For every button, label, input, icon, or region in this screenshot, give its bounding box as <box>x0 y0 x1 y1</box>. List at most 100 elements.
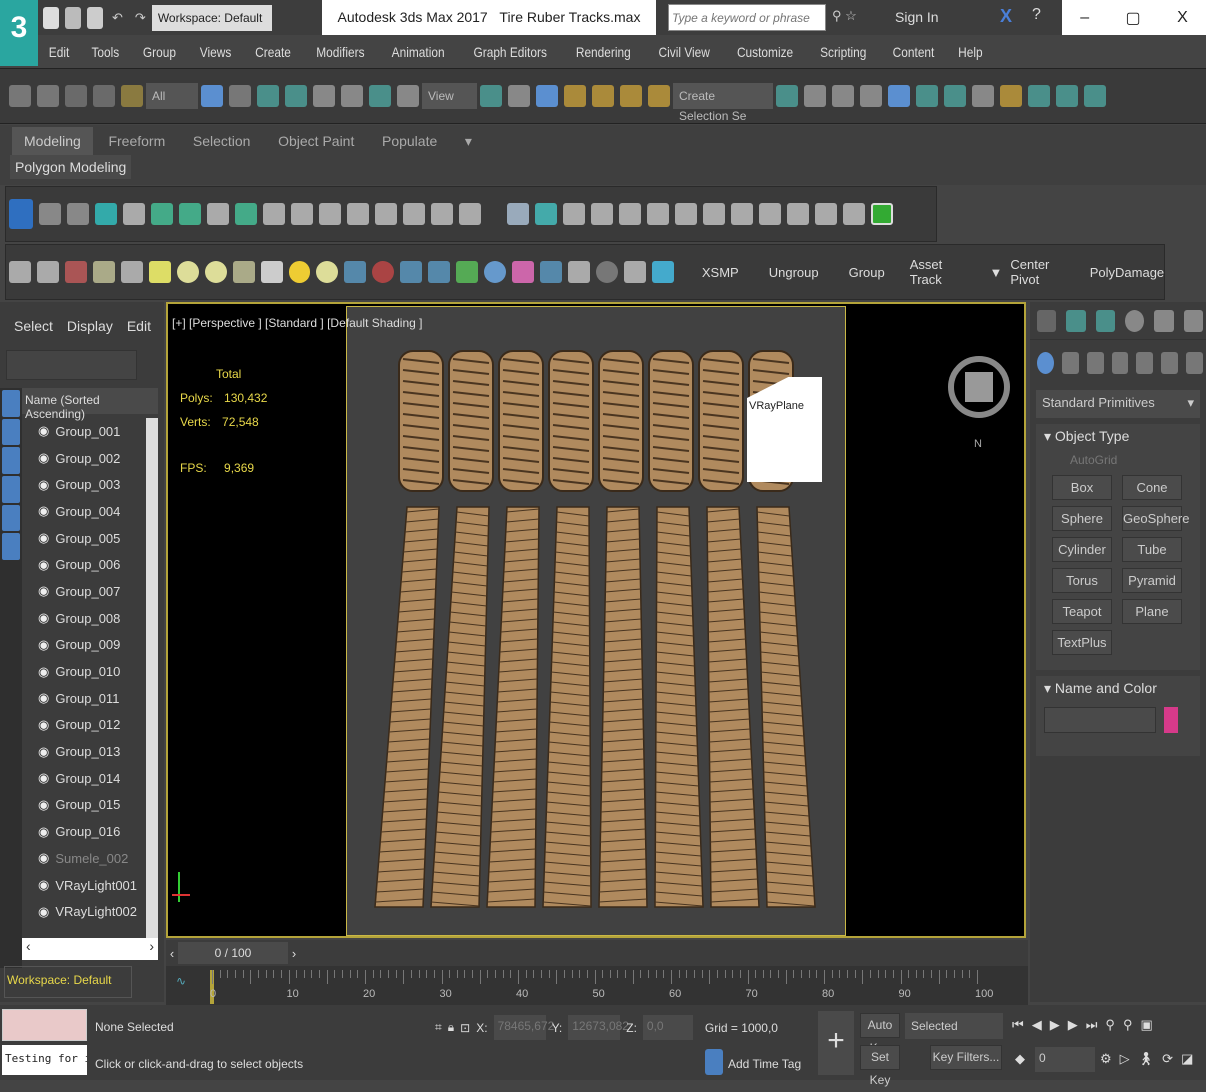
plane-light-icon[interactable] <box>148 261 171 283</box>
rotate-gizmo-icon[interactable] <box>759 203 781 225</box>
center-pivot-button[interactable]: Center Pivot <box>1010 257 1081 287</box>
display-tab-icon[interactable] <box>1154 309 1174 332</box>
menu-select[interactable]: Select <box>14 318 53 334</box>
scene-list-item[interactable]: ◉ Group_007 <box>0 578 146 605</box>
visibility-icon[interactable]: ◉ <box>38 744 49 760</box>
menu-content[interactable]: Content <box>893 44 935 60</box>
spinner-snap-icon[interactable] <box>648 85 670 107</box>
play-icon[interactable]: ▶ <box>1050 1017 1060 1033</box>
light-list-icon[interactable] <box>92 261 115 283</box>
menu-customize[interactable]: Customize <box>737 44 793 60</box>
ribbon-options-icon[interactable]: ▾ <box>453 127 484 156</box>
set-key-button[interactable]: Set Key <box>860 1045 900 1087</box>
molecule-icon[interactable] <box>372 261 395 283</box>
set-keys-button[interactable]: + <box>818 1011 854 1075</box>
fur-icon[interactable] <box>431 203 453 225</box>
cone-button[interactable]: Cone <box>1122 475 1182 500</box>
undo-icon[interactable] <box>9 85 31 107</box>
next-frame-button[interactable]: › <box>288 946 300 961</box>
key-filters-button[interactable]: Key Filters... <box>930 1045 1002 1070</box>
grid-icon[interactable] <box>347 203 369 225</box>
search-help-icon[interactable]: ⚲ ☆ <box>832 8 857 24</box>
shapes-icon[interactable] <box>1061 352 1079 374</box>
menu-edit[interactable]: Edit <box>127 318 151 334</box>
new-file-icon[interactable] <box>43 7 59 29</box>
selection-lock-icon[interactable]: 🔒︎ <box>448 1020 454 1035</box>
window-crossing-icon[interactable] <box>285 85 307 107</box>
box-button[interactable]: Box <box>1052 475 1112 500</box>
zoom-icon[interactable]: ⚲ <box>1105 1017 1115 1033</box>
current-frame-field[interactable]: 0 <box>1035 1047 1095 1072</box>
visibility-icon[interactable]: ◉ <box>38 877 49 893</box>
mirror-tool-icon[interactable] <box>815 203 837 225</box>
shape-icon[interactable] <box>36 261 59 283</box>
select-manipulate-icon[interactable] <box>508 85 530 107</box>
color-dots-icon[interactable] <box>512 261 535 283</box>
scene-list-item[interactable]: ◉ VRayLight002 <box>0 898 146 925</box>
tube-button[interactable]: Tube <box>1122 537 1182 562</box>
visibility-icon[interactable]: ◉ <box>38 824 49 840</box>
teapot-icon[interactable] <box>9 261 31 283</box>
align-icon[interactable] <box>804 85 826 107</box>
selection-filter-dropdown[interactable]: All <box>146 83 198 109</box>
geosphere-button[interactable]: GeoSphere <box>1122 506 1190 531</box>
material-editor-icon[interactable] <box>972 85 994 107</box>
sun-icon[interactable] <box>123 203 145 225</box>
rendered-frame-window-icon[interactable] <box>1028 85 1050 107</box>
panel-icon[interactable] <box>375 203 397 225</box>
cylinder-button[interactable]: Cylinder <box>1052 537 1112 562</box>
next-key-icon[interactable]: ▶ <box>1068 1017 1078 1033</box>
unlink-icon[interactable] <box>93 85 115 107</box>
help-circle-icon[interactable] <box>596 261 618 283</box>
display-geometry-icon[interactable] <box>2 390 20 417</box>
find-input[interactable] <box>6 350 137 380</box>
visibility-icon[interactable]: ◉ <box>38 450 49 466</box>
textplus-button[interactable]: TextPlus <box>1052 630 1112 655</box>
go-to-end-icon[interactable]: ⏭ <box>1086 1017 1098 1033</box>
menu-views[interactable]: Views <box>200 44 232 60</box>
scene-list-item[interactable]: ◉ Group_012 <box>0 712 146 739</box>
menu-edit[interactable]: Edit <box>49 44 70 60</box>
schematic-view-icon[interactable] <box>944 85 966 107</box>
scene-list-item[interactable]: ◉ Sumele_002 <box>0 845 146 872</box>
scene-list-item[interactable]: ◉ Group_009 <box>0 632 146 659</box>
tools-icon[interactable] <box>39 203 61 225</box>
snaps-toggle-icon[interactable] <box>564 85 586 107</box>
dome-light-icon[interactable] <box>176 261 199 283</box>
menu-tools[interactable]: Tools <box>92 44 120 60</box>
particles-icon[interactable] <box>344 261 367 283</box>
maxscript-input[interactable]: Testing for i <box>2 1045 87 1075</box>
plane-icon[interactable] <box>591 203 613 225</box>
visibility-icon[interactable]: ◉ <box>38 637 49 653</box>
list-icon[interactable] <box>67 203 89 225</box>
reference-coordinate-dropdown[interactable]: View <box>422 83 477 109</box>
image-icon[interactable] <box>64 261 87 283</box>
lights-icon[interactable] <box>1086 352 1104 374</box>
previous-key-icon[interactable]: ◀ <box>1032 1017 1042 1033</box>
visibility-icon[interactable]: ◉ <box>38 770 49 786</box>
scene-list-item[interactable]: ◉ Group_004 <box>0 498 146 525</box>
create-tab-icon[interactable] <box>1037 309 1057 332</box>
utilities-tab-icon[interactable] <box>1183 309 1203 332</box>
mesh-light-icon[interactable] <box>232 261 255 283</box>
chart-icon[interactable] <box>568 261 591 283</box>
frame-icon[interactable] <box>319 203 341 225</box>
redo-icon[interactable]: ↷ <box>135 10 146 26</box>
time-tag-icon[interactable] <box>705 1049 723 1075</box>
polydamage-button[interactable]: PolyDamage <box>1090 265 1164 280</box>
menu-graph-editors[interactable]: Graph Editors <box>473 44 546 60</box>
scene-list-item[interactable]: ◉ Group_011 <box>0 685 146 712</box>
visibility-icon[interactable]: ◉ <box>38 850 49 866</box>
camera-icon[interactable] <box>151 203 173 225</box>
scene-list-item[interactable]: ◉ Group_013 <box>0 738 146 765</box>
menu-help[interactable]: Help <box>958 44 982 60</box>
y-coordinate-field[interactable]: 12673,082 <box>568 1015 629 1040</box>
viewcube[interactable] <box>965 372 993 402</box>
isolate-icon[interactable]: ⌗ <box>435 1020 442 1035</box>
menu-create[interactable]: Create <box>255 44 291 60</box>
visibility-icon[interactable]: ◉ <box>38 610 49 626</box>
name-column-header[interactable]: Name (Sorted Ascending) <box>22 388 158 421</box>
menu-modifiers[interactable]: Modifiers <box>316 44 364 60</box>
close-button[interactable]: X <box>1177 9 1188 27</box>
curve-editor-mini-icon[interactable]: ∿ <box>176 974 186 988</box>
